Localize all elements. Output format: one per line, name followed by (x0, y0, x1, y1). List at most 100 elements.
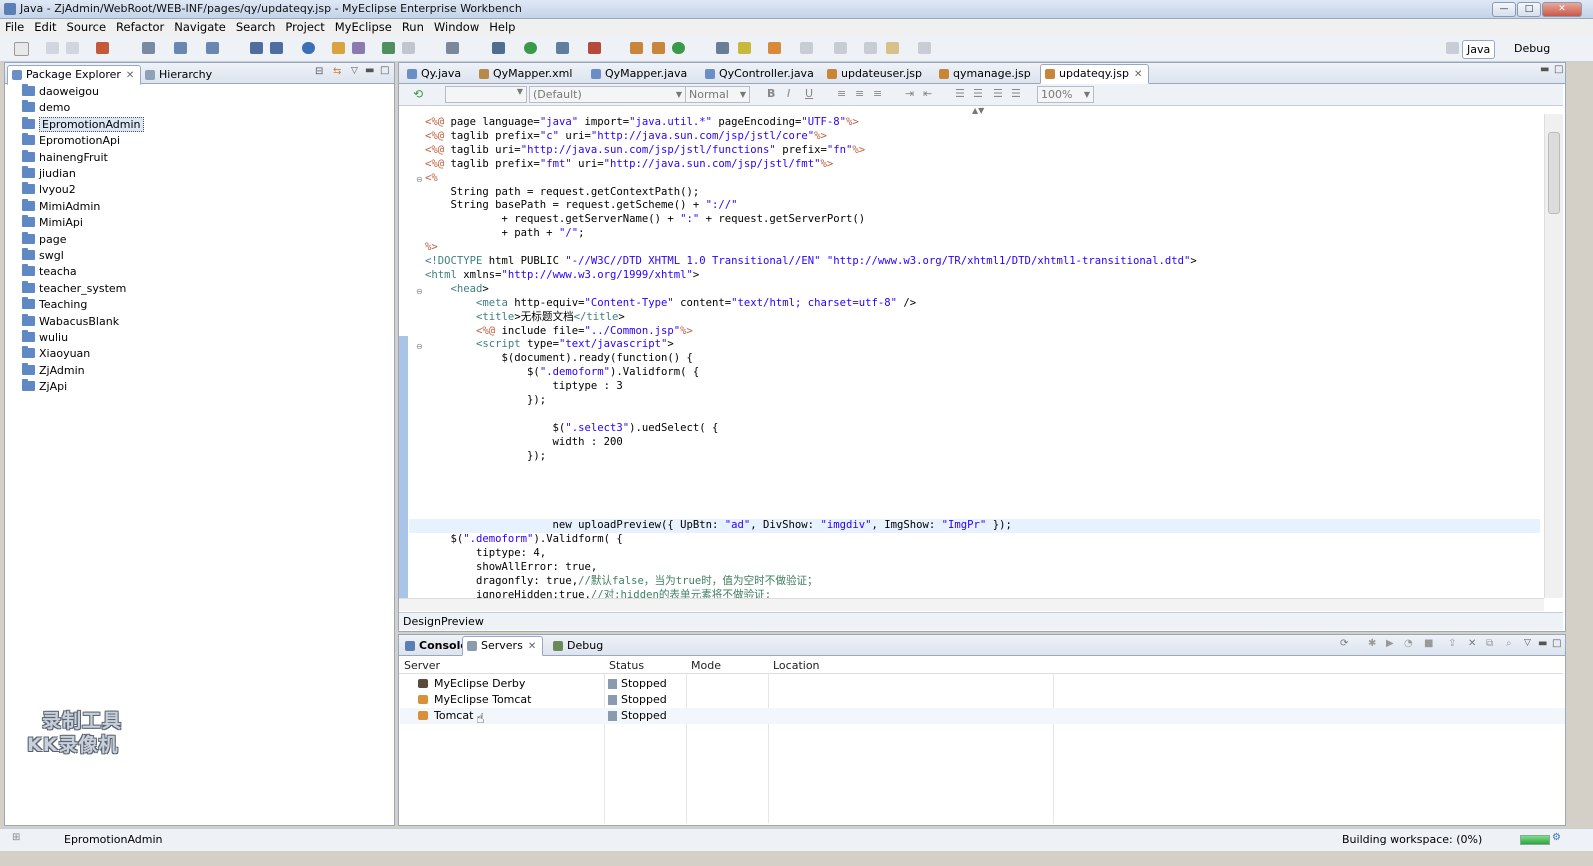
java-perspective-button[interactable]: Java (1462, 40, 1496, 59)
save-icon[interactable] (46, 42, 59, 54)
menu-source[interactable]: Source (62, 19, 112, 36)
code-line[interactable]: $(".demoform").Validform( { (425, 533, 623, 547)
maximize-button[interactable]: □ (1517, 2, 1541, 17)
project-item[interactable]: ZjApi (22, 379, 67, 395)
debug-icon[interactable] (492, 42, 505, 54)
tab-debug[interactable]: Debug (548, 636, 610, 656)
paragraph-select[interactable]: Normal ▼ (685, 86, 750, 103)
open-folder-icon[interactable] (332, 42, 345, 54)
menu-search[interactable]: Search (231, 19, 281, 36)
open-type-icon[interactable] (250, 42, 263, 54)
column-header-status[interactable]: Status (609, 658, 644, 674)
code-line[interactable]: <html xmlns="http://www.w3.org/1999/xhtm… (425, 269, 699, 283)
project-item[interactable]: WabacusBlank (22, 313, 119, 330)
fold-toggle-icon[interactable]: ⊖ (416, 176, 424, 184)
menu-refactor[interactable]: Refactor (111, 19, 169, 36)
code-line[interactable]: $(".demoform").Validform( { (425, 366, 699, 380)
code-line[interactable]: <title>无标题文档</title> (425, 311, 625, 325)
indent-icon[interactable]: ⇥ (905, 87, 914, 100)
menu-project[interactable]: Project (280, 19, 329, 36)
italic-button[interactable]: I (787, 87, 790, 100)
code-line[interactable]: new uploadPreview({ UpBtn: "ad", DivShow… (425, 519, 1012, 533)
debug-server-icon[interactable]: ✱ (1368, 638, 1376, 649)
numbered-list-icon[interactable]: ☰ (955, 87, 965, 100)
project-item[interactable]: daoweigou (22, 84, 99, 100)
refresh-icon[interactable] (672, 42, 685, 54)
code-line[interactable]: <%@ taglib prefix="fmt" uri="http://java… (425, 158, 833, 172)
tab-qy-java[interactable]: Qy.java (402, 64, 468, 84)
open-perspective-button-icon[interactable] (1446, 42, 1459, 54)
code-line[interactable]: <head> (425, 283, 489, 297)
element-select[interactable]: ▼ (445, 86, 527, 103)
menu-window[interactable]: Window (429, 19, 484, 36)
new-package-icon[interactable] (402, 42, 415, 54)
code-line[interactable]: $(document).ready(function() { (425, 352, 693, 366)
close-button[interactable]: ✕ (1542, 2, 1582, 17)
project-item[interactable]: page (22, 231, 66, 248)
code-line[interactable]: <%@ page language="java" import="java.ut… (425, 116, 859, 130)
code-line[interactable]: + path + "/"; (425, 227, 585, 241)
database-icon[interactable] (142, 42, 155, 54)
project-item[interactable]: wuliu (22, 330, 68, 346)
new-class-icon[interactable] (382, 42, 395, 54)
bold-button[interactable]: B (767, 87, 775, 100)
menu-edit[interactable]: Edit (29, 19, 61, 36)
bullet-list-icon[interactable]: ☰ (973, 87, 983, 100)
start-server-icon[interactable]: ▶ (1386, 638, 1394, 649)
tab-servers[interactable]: Servers ✕ (462, 636, 544, 656)
marker-icon[interactable] (768, 42, 781, 54)
new-jsp-icon[interactable] (630, 42, 643, 54)
fold-toggle-icon[interactable]: ⊖ (416, 343, 424, 351)
fast-view-icon[interactable]: ⊞ (12, 832, 20, 843)
tab-design[interactable]: Design (403, 615, 441, 628)
menu-navigate[interactable]: Navigate (169, 19, 231, 36)
new-html-icon[interactable] (652, 42, 665, 54)
style-select[interactable]: (Default) ▼ (529, 86, 686, 103)
project-item[interactable]: jiudian (22, 166, 76, 182)
project-item[interactable]: hainengFruit (22, 149, 108, 166)
sync-icon[interactable]: ⟳ (1340, 638, 1348, 649)
collapse-all-icon[interactable]: ⊟ (315, 66, 323, 77)
new-project-icon[interactable] (96, 42, 109, 54)
stop-server-icon[interactable]: ■ (1424, 638, 1433, 649)
maximize-editor-icon[interactable]: □ (1554, 64, 1563, 75)
code-line[interactable]: }); (425, 394, 546, 408)
code-line[interactable]: <script type="text/javascript"> (425, 338, 674, 352)
project-item[interactable]: teacher_system (22, 280, 126, 297)
project-item[interactable]: EpromotionAdmin (22, 116, 144, 133)
underline-button[interactable]: U (805, 87, 813, 100)
tab-updateqy-jsp[interactable]: updateqy.jsp ✕ (1040, 64, 1150, 84)
editor-horizontal-scrollbar[interactable] (399, 598, 1544, 611)
code-line[interactable]: showAllError: true, (425, 561, 597, 575)
terminal-icon[interactable] (446, 42, 459, 54)
browse-icon[interactable]: ⌕ (1506, 638, 1512, 649)
close-tab-icon[interactable]: ✕ (528, 641, 536, 652)
code-line[interactable]: tiptype: 4, (425, 547, 546, 561)
code-line[interactable]: <%@ include file="../Common.jsp"%> (425, 325, 693, 339)
scroll-thumb[interactable] (1548, 132, 1560, 214)
project-item[interactable]: Teaching (22, 297, 87, 313)
project-item[interactable]: EpromotionApi (22, 133, 120, 149)
code-line[interactable]: <%@ taglib prefix="c" uri="http://java.s… (425, 130, 827, 144)
project-item[interactable]: swgl (22, 248, 64, 264)
column-header-server[interactable]: Server (404, 658, 440, 674)
server-row[interactable]: MyEclipse Derby Stopped (400, 676, 1565, 692)
code-line[interactable]: String path = request.getContextPath(); (425, 186, 700, 200)
list2-icon[interactable]: ☰ (1011, 87, 1021, 100)
globe-icon[interactable] (302, 42, 315, 54)
next-annotation-icon[interactable] (800, 42, 813, 54)
view-menu-icon[interactable]: ▽ (351, 66, 358, 76)
code-line[interactable]: <meta http-equiv="Content-Type" content=… (425, 297, 916, 311)
server-icon[interactable] (206, 42, 219, 54)
edit-icon[interactable] (738, 42, 751, 54)
server-row[interactable]: MyEclipse Tomcat Stopped (400, 692, 1565, 708)
tab-qymapper-xml[interactable]: QyMapper.xml (474, 64, 579, 84)
web-icon[interactable] (352, 42, 365, 54)
close-tab-icon[interactable]: ✕ (126, 70, 134, 81)
menu-file[interactable]: File (0, 19, 29, 36)
align-left-icon[interactable]: ≡ (837, 87, 846, 100)
menu-run[interactable]: Run (397, 19, 429, 36)
link-editor-icon[interactable]: ⇆ (333, 66, 341, 77)
code-line[interactable]: }); (425, 450, 546, 464)
column-header-location[interactable]: Location (773, 658, 820, 674)
